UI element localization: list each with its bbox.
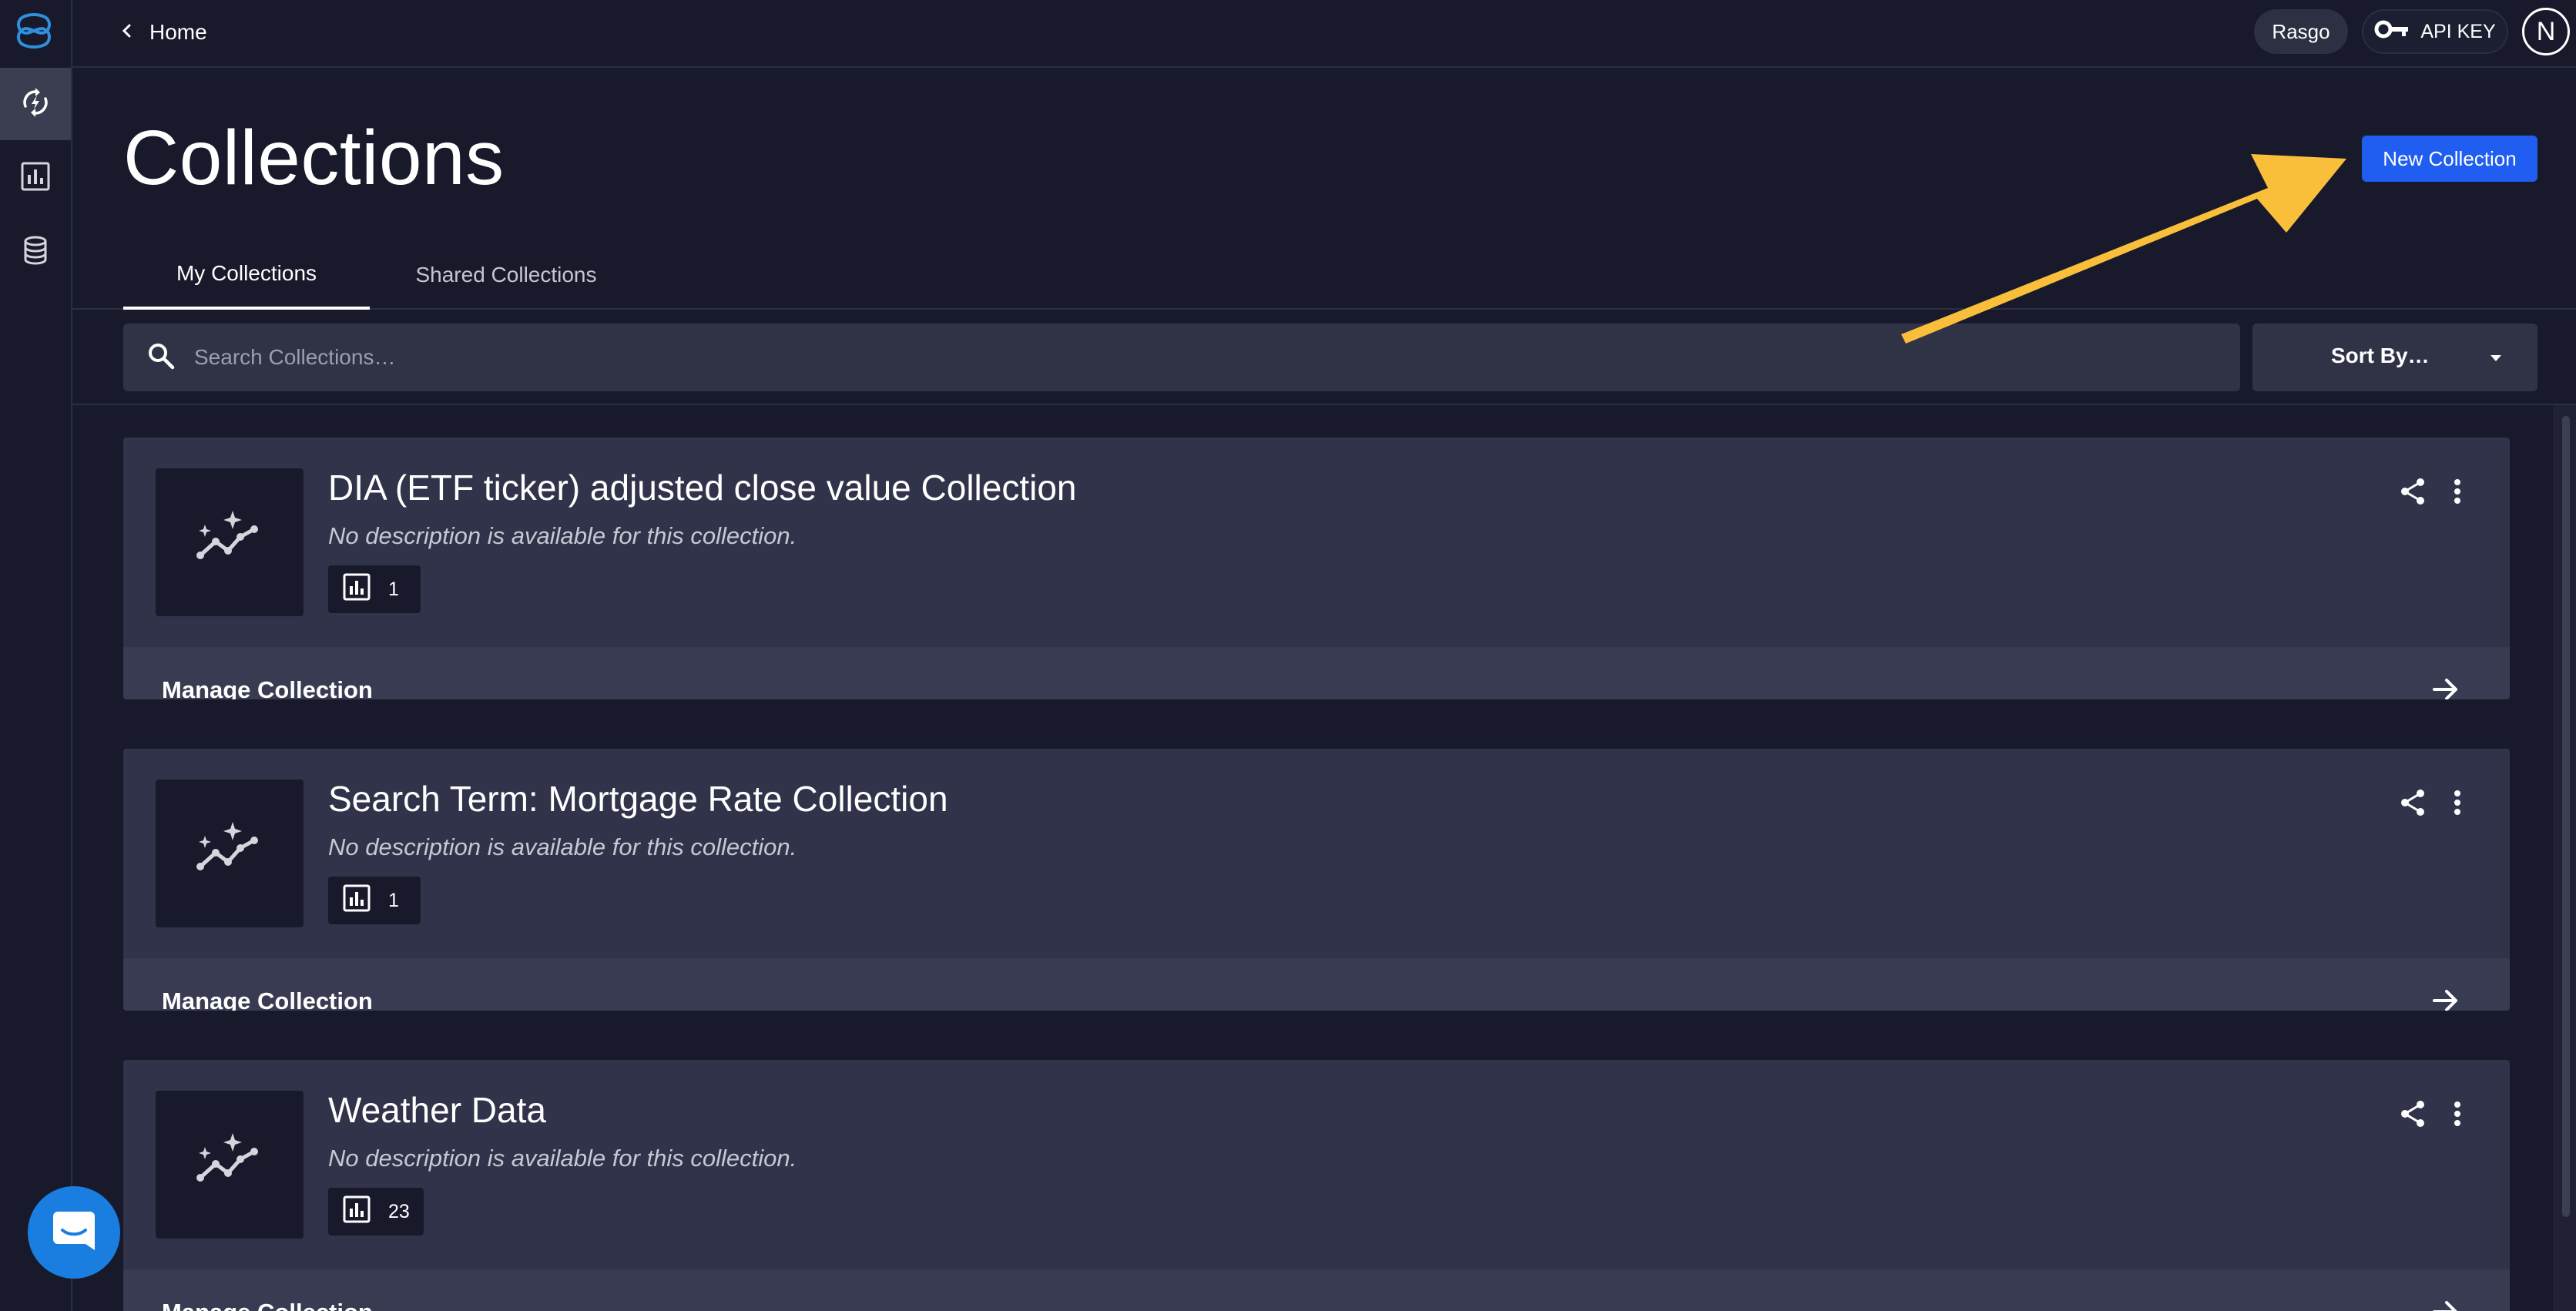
sparkle-trend-icon	[193, 1130, 267, 1200]
sort-label: Sort By…	[2331, 344, 2430, 367]
collection-card: Search Term: Mortgage Rate Collection No…	[123, 749, 2510, 1011]
chat-bubble-icon	[50, 1207, 98, 1259]
new-collection-button[interactable]: New Collection	[2362, 136, 2537, 182]
manage-collection-label: Manage Collection	[162, 676, 373, 699]
sort-dropdown[interactable]: Sort By…	[2252, 324, 2537, 391]
chart-count-value: 1	[388, 578, 399, 600]
collection-thumbnail	[156, 780, 304, 927]
share-icon[interactable]	[2397, 787, 2428, 818]
chart-count-value: 1	[388, 889, 399, 911]
left-nav-rail	[0, 0, 72, 1311]
more-vertical-icon[interactable]	[2442, 476, 2473, 507]
workspace-button[interactable]: Rasgo	[2254, 9, 2348, 54]
tab-my-collections[interactable]: My Collections	[123, 240, 370, 310]
more-vertical-icon[interactable]	[2442, 787, 2473, 818]
sparkle-trend-icon	[193, 819, 267, 889]
chat-launcher-button[interactable]	[28, 1186, 120, 1279]
page-title: Collections	[123, 115, 505, 201]
app-root: Home Rasgo API KEY N Collections New Col…	[0, 0, 2576, 1311]
manage-collection-label: Manage Collection	[162, 987, 373, 1011]
collection-thumbnail	[156, 1091, 304, 1239]
top-bar: Home	[72, 0, 2576, 68]
manage-collection-label: Manage Collection	[162, 1299, 373, 1311]
bar-chart-icon	[18, 159, 52, 197]
search-input[interactable]	[194, 345, 2240, 370]
tab-shared-collections[interactable]: Shared Collections	[390, 240, 622, 310]
bar-chart-icon	[342, 572, 371, 607]
collection-title[interactable]: Weather Data	[328, 1089, 546, 1131]
list-scrollbar-thumb[interactable]	[2562, 416, 2570, 1217]
rail-item-data[interactable]	[0, 216, 71, 288]
chart-count-badge: 23	[328, 1188, 424, 1236]
back-home-link[interactable]: Home	[119, 15, 207, 49]
chevron-left-icon	[119, 20, 136, 45]
chart-count-badge: 1	[328, 877, 421, 924]
collection-card: DIA (ETF ticker) adjusted close value Co…	[123, 438, 2510, 699]
key-icon	[2374, 18, 2411, 45]
bar-chart-icon	[342, 1195, 371, 1229]
rail-item-charts[interactable]	[0, 142, 71, 214]
collection-description: No description is available for this col…	[328, 522, 797, 549]
api-key-label: API KEY	[2420, 20, 2496, 42]
collection-description: No description is available for this col…	[328, 833, 797, 860]
collection-description: No description is available for this col…	[328, 1145, 797, 1172]
share-icon[interactable]	[2397, 476, 2428, 507]
search-icon	[146, 341, 176, 374]
rail-item-metrics[interactable]	[0, 68, 71, 140]
collection-card: Weather Data No description is available…	[123, 1060, 2510, 1311]
search-bar	[123, 324, 2240, 391]
chart-count-value: 23	[388, 1200, 410, 1222]
more-vertical-icon[interactable]	[2442, 1098, 2473, 1129]
database-icon	[18, 233, 52, 271]
collection-title[interactable]: DIA (ETF ticker) adjusted close value Co…	[328, 467, 1077, 508]
api-key-button[interactable]: API KEY	[2362, 9, 2508, 54]
bar-chart-icon	[342, 884, 371, 918]
chart-count-badge: 1	[328, 565, 421, 613]
collection-tabs: My Collections Shared Collections	[72, 240, 2576, 310]
app-logo-icon[interactable]	[12, 9, 55, 52]
collection-thumbnail	[156, 468, 304, 616]
metrics-refresh-icon	[18, 86, 52, 123]
share-icon[interactable]	[2397, 1098, 2428, 1129]
manage-collection-button[interactable]: Manage Collection	[123, 1269, 2510, 1311]
collection-title[interactable]: Search Term: Mortgage Rate Collection	[328, 778, 948, 820]
manage-collection-button[interactable]: Manage Collection	[123, 647, 2510, 699]
user-avatar[interactable]: N	[2522, 8, 2570, 55]
manage-collection-button[interactable]: Manage Collection	[123, 958, 2510, 1011]
sparkle-trend-icon	[193, 508, 267, 578]
list-divider	[72, 404, 2576, 405]
back-home-label: Home	[149, 20, 207, 44]
